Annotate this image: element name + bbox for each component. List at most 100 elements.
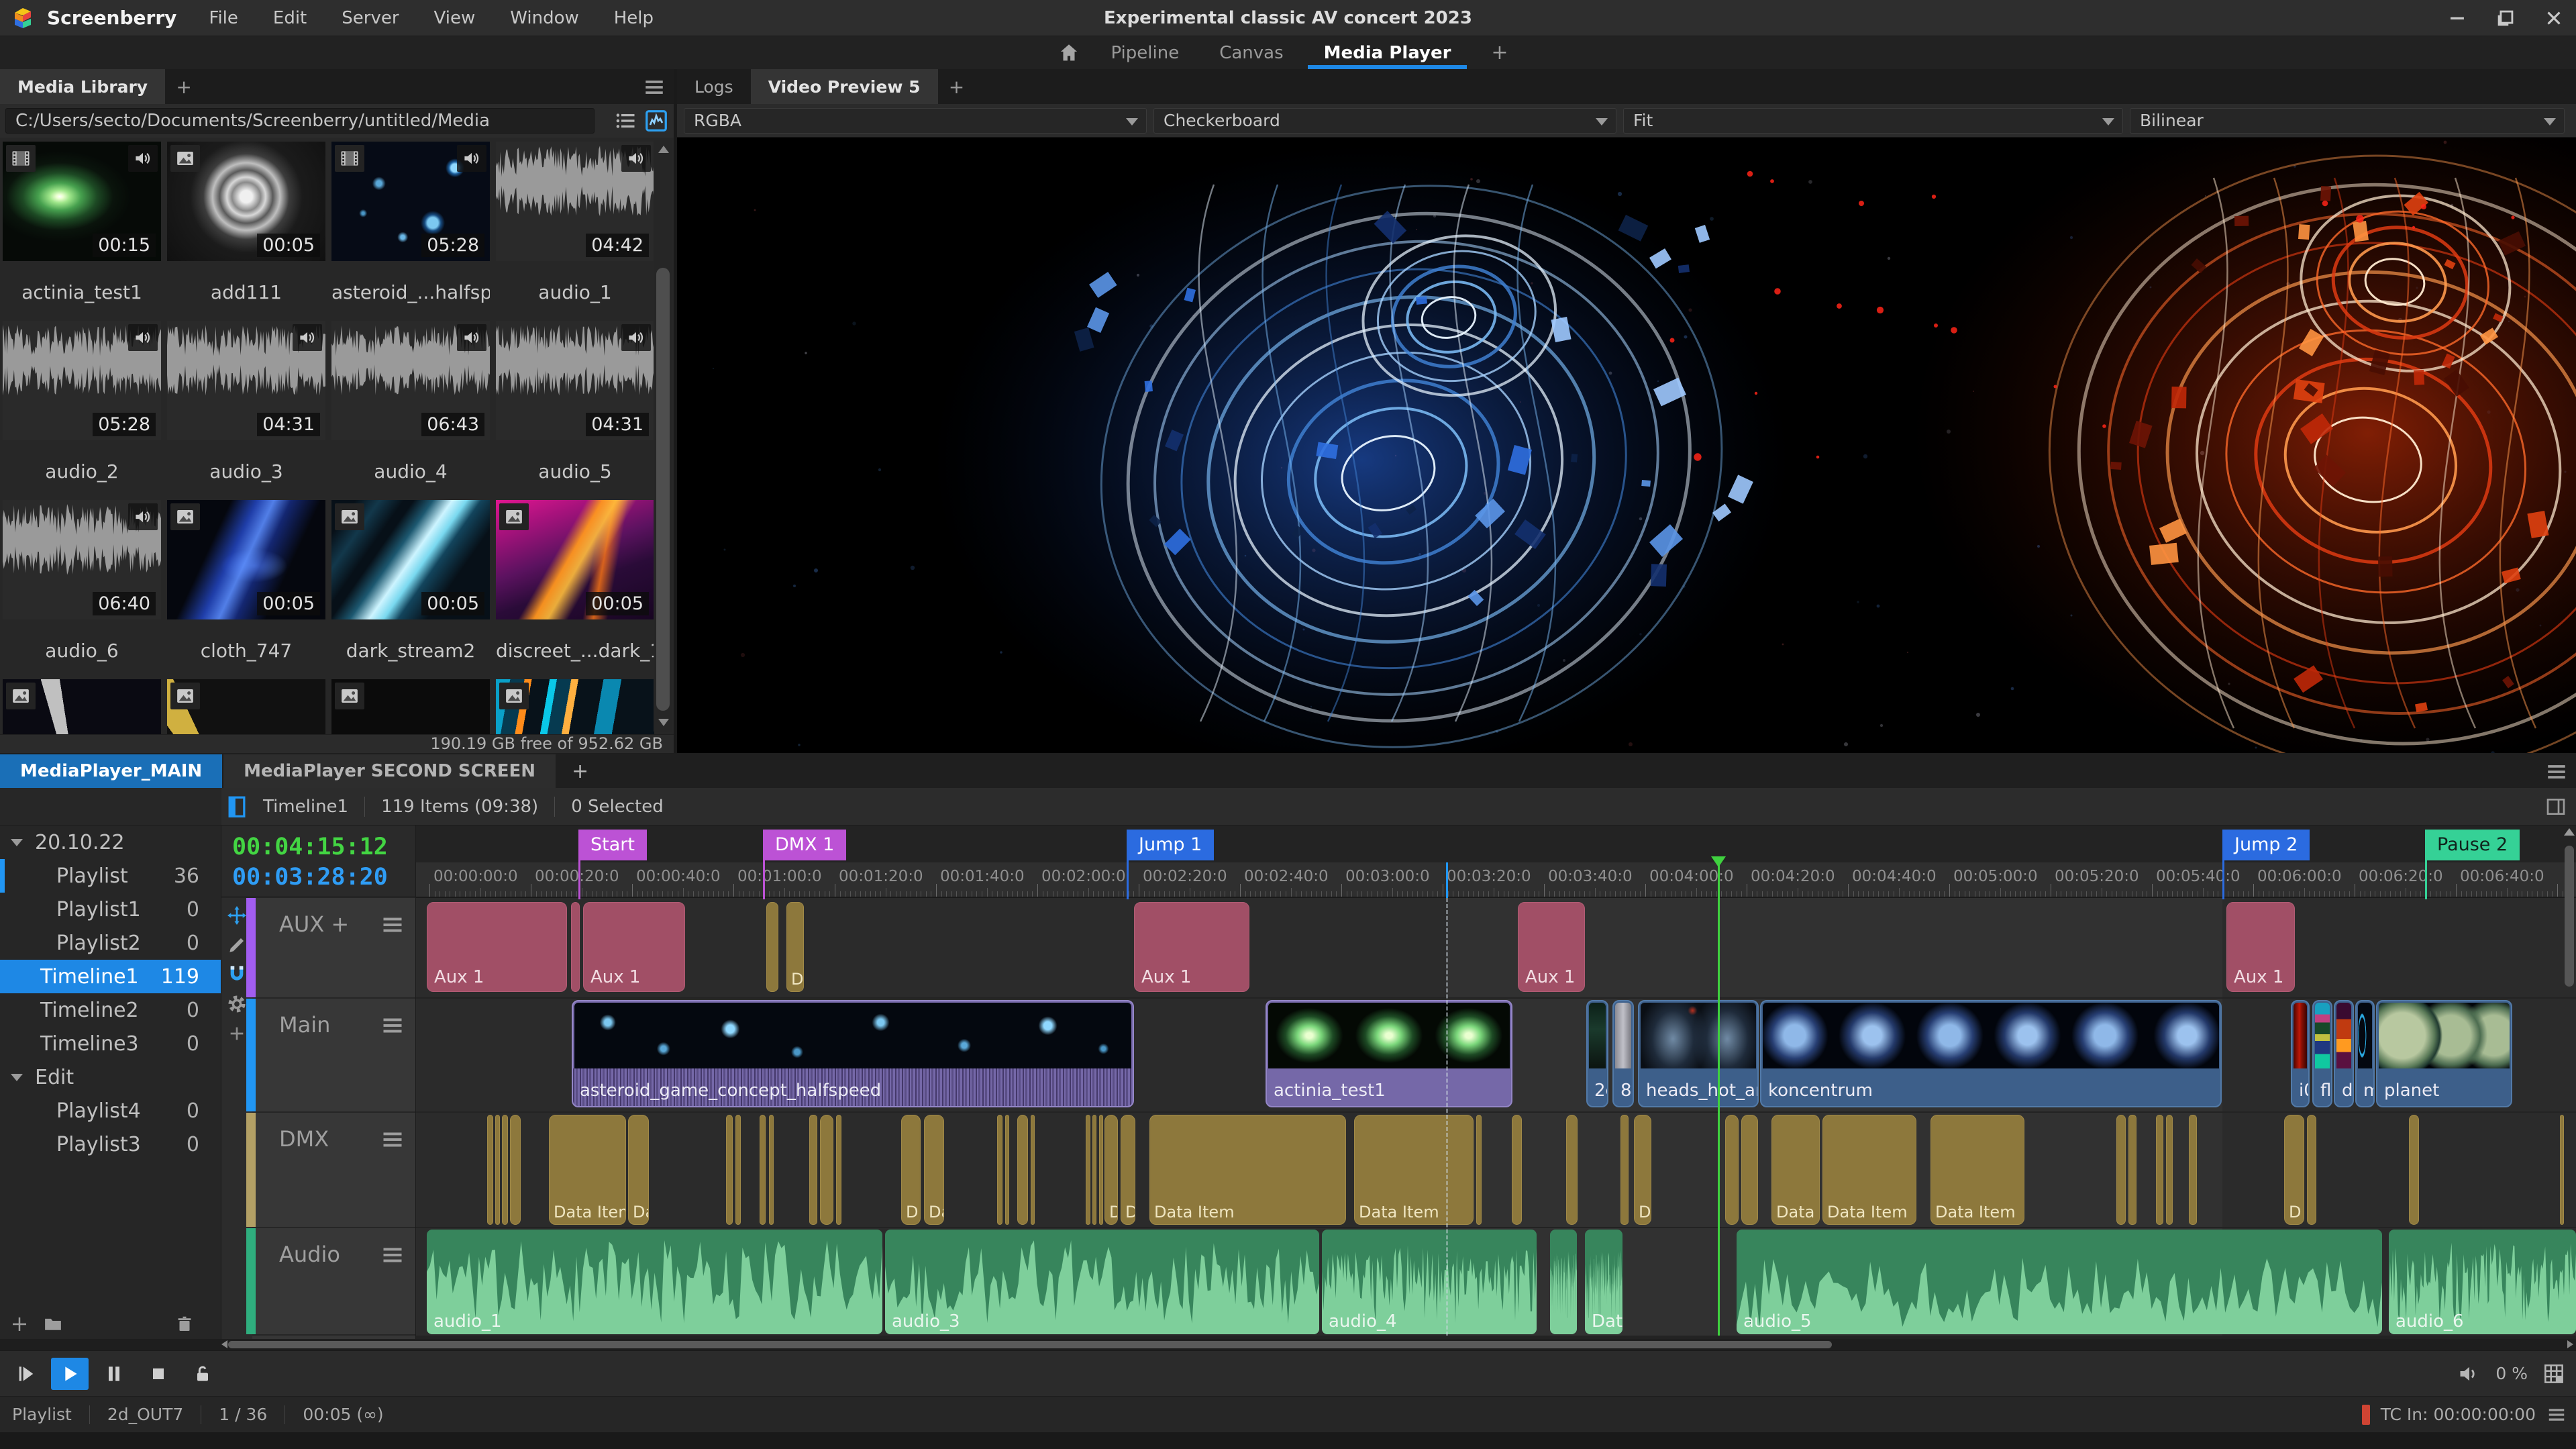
library-scrollbar[interactable]	[654, 140, 672, 732]
tree-item-playlist2[interactable]: Playlist2 0	[0, 926, 221, 960]
media-item[interactable]	[167, 679, 325, 734]
media-item[interactable]: 05:28 asteroid_...halfspeed	[331, 142, 490, 321]
menu-file[interactable]: File	[209, 8, 238, 28]
tree-item-playlist3[interactable]: Playlist3 0	[0, 1128, 221, 1161]
tree-item-playlist1[interactable]: Playlist1 0	[0, 893, 221, 926]
media-item[interactable]: 04:31 audio_5	[496, 321, 654, 500]
track-header-dmx[interactable]: DMX	[246, 1113, 415, 1228]
aux-clip[interactable]: Aux 1	[427, 902, 567, 992]
list-view-icon[interactable]	[613, 109, 637, 133]
dmx-data-item[interactable]	[726, 1115, 733, 1225]
play-button[interactable]	[51, 1357, 89, 1390]
dmx-data-item[interactable]	[1031, 1115, 1035, 1225]
dmx-data-item[interactable]	[1005, 1115, 1009, 1225]
main-clip-dis[interactable]: dis	[2334, 1000, 2354, 1107]
media-item[interactable]: 06:43 audio_4	[331, 321, 490, 500]
aux-clip[interactable]: Aux 1	[2226, 902, 2295, 992]
track-header-audio[interactable]: Audio	[246, 1228, 415, 1336]
track-lane-aux[interactable]: Aux 1 Aux 1 Aux 1 Aux 1 Aux 1 D	[416, 898, 2576, 997]
dmx-data-item[interactable]	[2409, 1115, 2419, 1225]
dmx-data-item[interactable]	[2128, 1115, 2136, 1225]
pixel-format-select[interactable]: RGBA	[684, 107, 1147, 134]
dmx-data-item[interactable]	[1092, 1115, 1096, 1225]
status-menu-icon[interactable]	[2546, 1405, 2567, 1425]
marker-pause-2[interactable]: Pause 2	[2425, 830, 2520, 860]
media-item[interactable]: 00:05 discreet_...dark_1600	[496, 500, 654, 679]
tree-item-20.10.22[interactable]: 20.10.22	[0, 826, 221, 859]
pause-button[interactable]	[95, 1358, 133, 1390]
dmx-data-item[interactable]	[1566, 1115, 1578, 1225]
view-tab-media-player[interactable]: Media Player	[1304, 36, 1472, 69]
playhead-green-handle[interactable]	[1711, 856, 1726, 867]
dmx-data-item[interactable]	[1620, 1115, 1629, 1225]
add-preview-tab-button[interactable]: +	[938, 69, 976, 104]
dmx-data-item[interactable]	[502, 1115, 508, 1225]
main-clip-planet[interactable]: planet	[2376, 1000, 2512, 1107]
dmx-data-item[interactable]	[1741, 1115, 1758, 1225]
aux-clip[interactable]	[571, 902, 580, 992]
timeline-vertical-scrollbar[interactable]	[2563, 828, 2576, 1334]
track-lane-audio[interactable]: audio_1 audio_3 audio_4 Dat audio_5 audio_6	[416, 1228, 2576, 1336]
marker-jump-1[interactable]: Jump 1	[1127, 830, 1215, 860]
track-header-main[interactable]: Main	[246, 999, 415, 1113]
menu-edit[interactable]: Edit	[273, 8, 307, 28]
dmx-data-item[interactable]: D	[1634, 1115, 1651, 1225]
track-lane-dmx[interactable]: Data ItemDaDDaDDData ItemData ItemDData …	[416, 1113, 2576, 1227]
library-path-input[interactable]: C:/Users/secto/Documents/Screenberry/unt…	[5, 108, 595, 134]
aux-clip[interactable]: Aux 1	[583, 902, 685, 992]
tree-item-playlist[interactable]: Playlist 36	[0, 859, 221, 893]
playhead-blue[interactable]	[1446, 862, 1448, 898]
main-clip-koncentrum[interactable]: koncentrum	[1760, 1000, 2222, 1107]
tree-item-timeline2[interactable]: Timeline2 0	[0, 993, 221, 1027]
tree-item-playlist4[interactable]: Playlist4 0	[0, 1094, 221, 1128]
track-lane-main[interactable]: asteroid_game_concept_halfspeed actinia_t…	[416, 999, 2576, 1111]
dmx-data-item[interactable]	[1512, 1115, 1522, 1225]
dmx-data-item[interactable]	[1017, 1115, 1028, 1225]
play-next-button[interactable]	[7, 1358, 44, 1390]
timeline-view-icon[interactable]	[228, 796, 246, 817]
lock-button[interactable]	[184, 1358, 221, 1390]
media-item[interactable]: 00:15 actinia_test1	[3, 142, 161, 321]
dmx-data-item[interactable]	[2156, 1115, 2163, 1225]
timeline-horizontal-scrollbar[interactable]	[0, 1339, 2576, 1350]
player-tab-mediaplayer_main[interactable]: MediaPlayer_MAIN	[0, 754, 223, 788]
matrix-view-icon[interactable]	[2541, 1361, 2567, 1387]
dmx-data-item[interactable]	[1086, 1115, 1090, 1225]
dmx-data-item[interactable]	[2116, 1115, 2126, 1225]
tree-item-timeline3[interactable]: Timeline3 0	[0, 1027, 221, 1060]
audio-clip-Dat[interactable]: Dat	[1585, 1230, 1622, 1334]
dmx-data-item[interactable]	[735, 1115, 741, 1225]
add-track-icon[interactable]	[226, 1023, 248, 1044]
audio-clip-audio-1[interactable]: audio_1	[427, 1230, 882, 1334]
menu-help[interactable]: Help	[614, 8, 654, 28]
main-clip-heads-hot-and-c[interactable]: heads_hot_and_c	[1638, 1000, 1759, 1107]
track-menu-icon[interactable]	[380, 1243, 405, 1263]
dmx-data-item[interactable]	[510, 1115, 521, 1225]
tree-item-timeline1[interactable]: Timeline1 119	[0, 960, 221, 993]
dmx-data-item[interactable]	[2307, 1115, 2316, 1225]
tree-item-edit[interactable]: Edit	[0, 1060, 221, 1094]
aux-dmx-clip[interactable]: D	[786, 902, 804, 992]
view-tab-pipeline[interactable]: Pipeline	[1090, 36, 1199, 69]
dmx-data-item[interactable]: Data Item	[1822, 1115, 1916, 1225]
move-tool-icon[interactable]	[226, 905, 248, 926]
dmx-data-item[interactable]: Da	[628, 1115, 649, 1225]
scroll-left-icon[interactable]	[221, 1340, 227, 1348]
menu-server[interactable]: Server	[342, 8, 399, 28]
filtering-select[interactable]: Bilinear	[2130, 107, 2565, 134]
media-item[interactable]: 06:40 audio_6	[3, 500, 161, 679]
dmx-data-item[interactable]	[1099, 1115, 1103, 1225]
menu-view[interactable]: View	[434, 8, 476, 28]
main-clip-fle[interactable]: fle	[2312, 1000, 2332, 1107]
volume-icon[interactable]	[2457, 1361, 2482, 1387]
dmx-data-item[interactable]: Data Item	[1930, 1115, 2024, 1225]
dmx-data-item[interactable]	[487, 1115, 493, 1225]
dmx-data-item[interactable]: Data Item	[549, 1115, 626, 1225]
scale-mode-select[interactable]: Fit	[1623, 107, 2123, 134]
media-item[interactable]	[331, 679, 490, 734]
player-tab-mediaplayer-second-screen[interactable]: MediaPlayer SECOND SCREEN	[223, 754, 556, 788]
dmx-data-item[interactable]: D	[2284, 1115, 2304, 1225]
main-clip-m[interactable]: m	[2355, 1000, 2375, 1107]
dmx-data-item[interactable]	[495, 1115, 500, 1225]
thumbnail-view-icon[interactable]	[644, 109, 668, 133]
